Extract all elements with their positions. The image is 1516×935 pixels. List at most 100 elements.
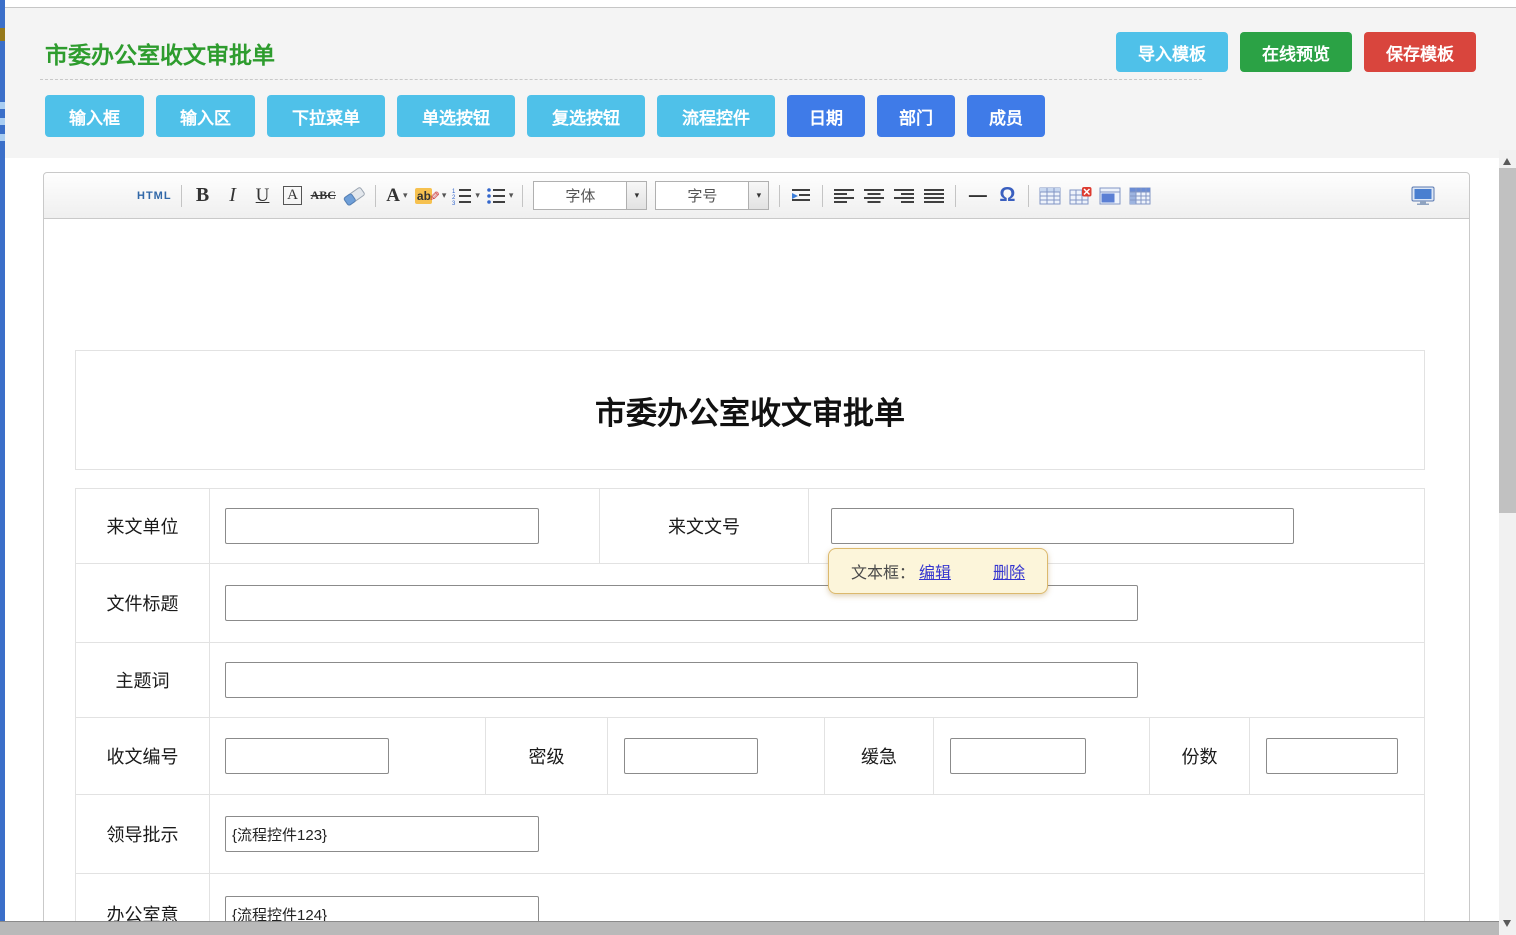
horizontal-rule-button[interactable]: — bbox=[962, 182, 992, 210]
source-unit-input[interactable] bbox=[225, 508, 539, 544]
keywords-label: 主题词 bbox=[76, 643, 210, 717]
widget-input-box-button[interactable]: 输入框 bbox=[45, 95, 144, 137]
delete-field-link[interactable]: 删除 bbox=[993, 559, 1025, 583]
font-family-select[interactable]: 字体 ▾ bbox=[533, 181, 647, 210]
scrollbar-thumb[interactable] bbox=[1499, 168, 1516, 513]
keywords-cell bbox=[210, 643, 1424, 717]
table-properties-icon bbox=[1099, 187, 1121, 205]
indent-icon bbox=[790, 187, 812, 205]
align-center-button[interactable] bbox=[859, 182, 889, 210]
background-window-edge bbox=[0, 0, 5, 922]
insert-table-icon bbox=[1039, 187, 1061, 205]
underline-button[interactable]: U bbox=[248, 182, 278, 210]
header: 市委办公室收文审批单 导入模板 在线预览 保存模板 输入框 输入区 下拉菜单 单… bbox=[5, 8, 1516, 158]
font-family-value: 字体 bbox=[534, 185, 626, 206]
unordered-list-icon bbox=[486, 187, 506, 205]
bold-button[interactable]: B bbox=[188, 182, 218, 210]
align-left-icon bbox=[833, 188, 855, 204]
online-preview-button[interactable]: 在线预览 bbox=[1240, 32, 1352, 72]
align-justify-button[interactable] bbox=[919, 182, 949, 210]
ordered-list-icon: 1 2 3 bbox=[452, 187, 472, 205]
eraser-icon bbox=[342, 186, 366, 206]
scroll-down-arrow-icon[interactable] bbox=[1503, 920, 1511, 927]
editor-content[interactable]: 市委办公室收文审批单 来文单位 来文文号 文件标题 bbox=[44, 219, 1469, 935]
action-button-group: 导入模板 在线预览 保存模板 bbox=[1116, 32, 1476, 72]
widget-member-button[interactable]: 成员 bbox=[967, 95, 1045, 137]
secrecy-level-cell bbox=[608, 718, 825, 794]
table-row: 文件标题 bbox=[76, 564, 1424, 643]
doc-title-label: 文件标题 bbox=[76, 564, 210, 642]
editor-toolbar: HTML B I U A ABC A ▾ ab ✎ ▾ 1 bbox=[44, 173, 1469, 219]
scroll-up-arrow-icon[interactable] bbox=[1503, 158, 1511, 165]
copies-label: 份数 bbox=[1150, 718, 1250, 794]
edge-decoration bbox=[0, 28, 5, 41]
window-bottom-edge bbox=[0, 921, 1499, 935]
strikethrough-button[interactable]: ABC bbox=[308, 182, 339, 210]
leader-comments-input[interactable] bbox=[225, 816, 539, 852]
align-center-icon bbox=[863, 188, 885, 204]
copies-input[interactable] bbox=[1266, 738, 1398, 774]
unordered-list-button[interactable]: ▾ bbox=[483, 182, 517, 210]
cell-properties-icon bbox=[1129, 187, 1151, 205]
font-attribute-button[interactable]: A bbox=[283, 186, 302, 205]
table-properties-button[interactable] bbox=[1095, 182, 1125, 210]
highlight-color-button[interactable]: ab ✎ ▾ bbox=[412, 182, 449, 210]
chevron-down-icon: ▾ bbox=[442, 190, 447, 201]
chevron-down-icon: ▾ bbox=[475, 190, 480, 201]
doc-number-label: 来文文号 bbox=[600, 489, 809, 563]
widget-textarea-button[interactable]: 输入区 bbox=[156, 95, 255, 137]
delete-table-button[interactable] bbox=[1065, 182, 1095, 210]
secrecy-level-input[interactable] bbox=[624, 738, 758, 774]
align-left-button[interactable] bbox=[829, 182, 859, 210]
widget-department-button[interactable]: 部门 bbox=[877, 95, 955, 137]
copies-cell bbox=[1250, 718, 1424, 794]
font-color-icon: A bbox=[386, 185, 400, 207]
italic-button[interactable]: I bbox=[218, 182, 248, 210]
leader-comments-label: 领导批示 bbox=[76, 795, 210, 873]
chevron-down-icon[interactable]: ▾ bbox=[626, 182, 646, 209]
widget-date-button[interactable]: 日期 bbox=[787, 95, 865, 137]
toolbar-separator bbox=[522, 185, 523, 207]
html-source-button[interactable]: HTML bbox=[134, 182, 175, 210]
edge-decoration bbox=[0, 102, 5, 109]
font-size-select[interactable]: 字号 ▾ bbox=[655, 181, 769, 210]
divider bbox=[40, 79, 1202, 80]
special-character-button[interactable]: Ω bbox=[992, 182, 1022, 210]
pencil-icon: ✎ bbox=[425, 190, 441, 201]
widget-flow-control-button[interactable]: 流程控件 bbox=[657, 95, 775, 137]
page-title: 市委办公室收文审批单 bbox=[45, 36, 275, 70]
urgency-input[interactable] bbox=[950, 738, 1086, 774]
align-right-button[interactable] bbox=[889, 182, 919, 210]
edit-field-link[interactable]: 编辑 bbox=[919, 559, 951, 583]
delete-table-icon bbox=[1069, 187, 1092, 205]
source-unit-label: 来文单位 bbox=[76, 489, 210, 563]
urgency-cell bbox=[934, 718, 1150, 794]
vertical-scrollbar[interactable] bbox=[1499, 150, 1516, 935]
widget-checkbox-button[interactable]: 复选按钮 bbox=[527, 95, 645, 137]
table-row: 领导批示 bbox=[76, 795, 1424, 874]
urgency-label: 缓急 bbox=[825, 718, 934, 794]
keywords-input[interactable] bbox=[225, 662, 1138, 698]
align-right-icon bbox=[893, 188, 915, 204]
widget-dropdown-button[interactable]: 下拉菜单 bbox=[267, 95, 385, 137]
table-row: 来文单位 来文文号 bbox=[76, 489, 1424, 564]
form-table: 来文单位 来文文号 文件标题 主题词 bbox=[75, 488, 1425, 935]
toolbar-separator bbox=[1028, 185, 1029, 207]
table-row: 主题词 bbox=[76, 643, 1424, 718]
receipt-number-input[interactable] bbox=[225, 738, 389, 774]
widget-button-group: 输入框 输入区 下拉菜单 单选按钮 复选按钮 流程控件 日期 部门 成员 bbox=[45, 95, 1045, 137]
chevron-down-icon[interactable]: ▾ bbox=[748, 182, 768, 209]
indent-button[interactable] bbox=[786, 182, 816, 210]
font-color-button[interactable]: A ▾ bbox=[382, 182, 412, 210]
save-template-button[interactable]: 保存模板 bbox=[1364, 32, 1476, 72]
ordered-list-button[interactable]: 1 2 3 ▾ bbox=[449, 182, 483, 210]
insert-table-button[interactable] bbox=[1035, 182, 1065, 210]
cell-properties-button[interactable] bbox=[1125, 182, 1155, 210]
doc-number-input[interactable] bbox=[831, 508, 1294, 544]
toolbar-separator bbox=[375, 185, 376, 207]
import-template-button[interactable]: 导入模板 bbox=[1116, 32, 1228, 72]
fullscreen-button[interactable] bbox=[1407, 182, 1439, 210]
remove-format-button[interactable] bbox=[339, 182, 369, 210]
widget-radio-button[interactable]: 单选按钮 bbox=[397, 95, 515, 137]
document-title-box: 市委办公室收文审批单 bbox=[75, 350, 1425, 470]
